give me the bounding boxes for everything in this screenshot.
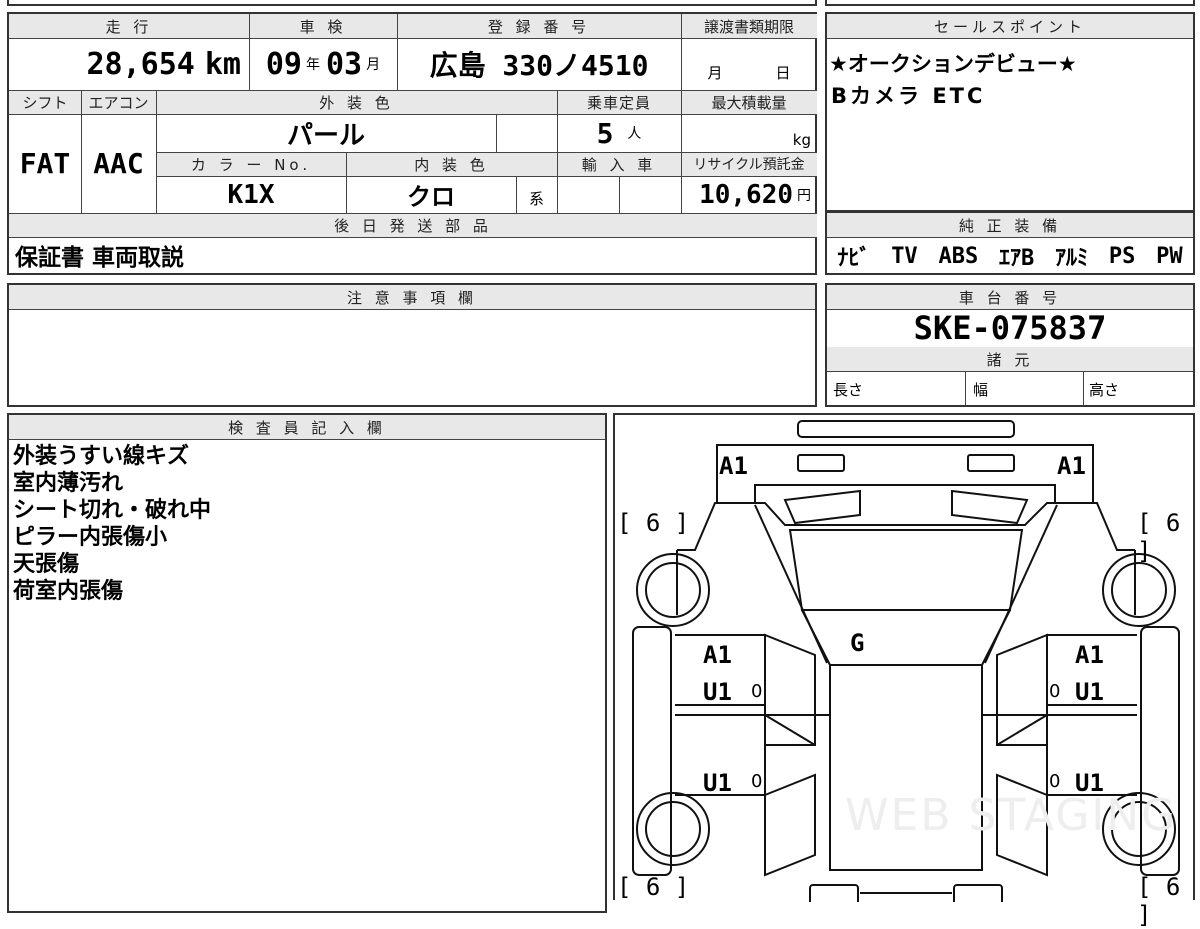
mark-door-fr-u: U1 — [1075, 678, 1104, 706]
inspector-note: 荷室内張傷 — [13, 579, 124, 604]
transfer-deadline-label: 譲渡書類期限 — [681, 14, 817, 38]
inspection-label: 車 検 — [249, 14, 397, 38]
inspector-note: 外装うすい線キズ — [13, 444, 190, 469]
top-strip — [7, 0, 817, 6]
mark-door-fl-u: U1 — [703, 678, 732, 706]
exterior-color-value: パール — [286, 120, 365, 151]
sales-point-line-2: Bカメラ ETC — [831, 84, 986, 108]
exterior-color-label: 外 装 色 — [156, 90, 557, 114]
sales-point-box: セールスポイント ★オークションデビュー★ Bカメラ ETC — [825, 12, 1195, 212]
registration-value: 広島 330ノ4510 — [429, 49, 649, 82]
vehicle-info-table: 走 行 車 検 登 録 番 号 譲渡書類期限 28,654 km 09 年 03 月 … — [7, 12, 817, 275]
specs-height-label: 高さ — [1089, 380, 1120, 399]
inspector-note: シート切れ・破れ中 — [13, 498, 212, 523]
notes-box: 注 意 事 項 欄 — [7, 283, 817, 407]
mark-tire-fl: [ 6 ] — [617, 509, 690, 537]
interior-color-suffix: 系 — [528, 190, 544, 208]
mark-door-fr-a: A1 — [1075, 641, 1104, 669]
shift-value: FAT — [19, 147, 71, 180]
equipment-box: 純 正 装 備 ﾅﾋﾞ TV ABS ｴｱB ｱﾙﾐ PS PW — [825, 211, 1195, 275]
aircon-value: AAC — [93, 147, 144, 180]
chassis-value: SKE-075837 — [913, 309, 1107, 347]
interior-color-label: 内 装 色 — [346, 152, 557, 176]
inspector-note: 天張傷 — [13, 552, 80, 577]
mileage-label: 走 行 — [9, 14, 249, 38]
transfer-deadline-value: 月日 — [707, 63, 791, 82]
mark-front-right: A1 — [1057, 452, 1086, 480]
later-parts-label: 後 日 発 送 部 品 — [9, 213, 817, 237]
sales-point-label: セールスポイント — [827, 14, 1193, 38]
mark-zero: 0 — [1049, 771, 1061, 792]
mark-tire-rr: [ 6 ] — [1137, 873, 1181, 929]
specs-length-label: 長さ — [833, 380, 864, 399]
capacity-label: 乗車定員 — [557, 90, 681, 114]
chassis-label: 車 台 番 号 — [827, 285, 1193, 309]
max-load-value: kg — [792, 131, 811, 149]
equipment-nav: ﾅﾋﾞ — [837, 246, 871, 271]
capacity-value: 5人 — [596, 116, 642, 150]
specs-label: 諸 元 — [827, 347, 1193, 371]
later-parts-value: 保証書 車両取説 — [15, 245, 185, 271]
inspector-note: ピラー内張傷小 — [13, 525, 168, 550]
specs-width-label: 幅 — [973, 380, 989, 399]
chassis-box: 車 台 番 号 SKE-075837 諸 元 長さ 幅 高さ — [825, 283, 1195, 407]
recycle-value: 10,620 円 — [699, 179, 811, 210]
equipment-abs: ABS — [938, 243, 979, 269]
inspector-note: 室内薄汚れ — [13, 471, 124, 496]
mark-zero: 0 — [751, 681, 763, 702]
equipment-alloy: ｱﾙﾐ — [1055, 246, 1089, 271]
equipment-list: ﾅﾋﾞ TV ABS ｴｱB ｱﾙﾐ PS PW — [827, 238, 1193, 274]
mark-zero: 0 — [1049, 681, 1061, 702]
aircon-label: エアコン — [81, 90, 156, 114]
sales-point-line-1: ★オークションデビュー★ — [829, 52, 1077, 76]
watermark: WEB STAGING — [845, 790, 1178, 841]
recycle-label: リサイクル預託金 — [681, 152, 817, 176]
inspector-label: 検 査 員 記 入 欄 — [9, 415, 605, 439]
mark-door-fl-a: A1 — [703, 641, 732, 669]
import-label: 輸 入 車 — [557, 152, 681, 176]
color-no-value: K1X — [227, 179, 275, 210]
equipment-pw: PW — [1156, 243, 1183, 269]
inspector-notes-list: 外装うすい線キズ 室内薄汚れ シート切れ・破れ中 ピラー内張傷小 天張傷 荷室内… — [13, 443, 211, 605]
equipment-label: 純 正 装 備 — [827, 213, 1193, 237]
mark-tire-rl: [ 6 ] — [617, 873, 690, 901]
equipment-airbag: ｴｱB — [999, 246, 1035, 271]
max-load-label: 最大積載量 — [681, 90, 817, 114]
inspector-box: 検 査 員 記 入 欄 外装うすい線キズ 室内薄汚れ シート切れ・破れ中 ピラー… — [7, 413, 607, 913]
shift-label: シフト — [9, 90, 81, 114]
inspection-value: 09 年 03 月 — [265, 46, 381, 82]
mileage-value: 28,654 km — [86, 46, 242, 82]
notes-label: 注 意 事 項 欄 — [9, 285, 815, 309]
mark-glass: G — [850, 629, 865, 657]
registration-label: 登 録 番 号 — [397, 14, 681, 38]
mark-front-left: A1 — [719, 452, 748, 480]
mark-tire-fr: [ 6 ] — [1137, 509, 1181, 565]
top-strip-right — [825, 0, 1195, 6]
mark-door-rl-u: U1 — [703, 769, 732, 797]
interior-color-value: クロ — [407, 183, 455, 211]
equipment-ps: PS — [1108, 243, 1136, 269]
color-no-label: カ ラ ー No. — [156, 152, 346, 176]
mark-zero: 0 — [751, 771, 763, 792]
equipment-tv: TV — [891, 243, 918, 269]
